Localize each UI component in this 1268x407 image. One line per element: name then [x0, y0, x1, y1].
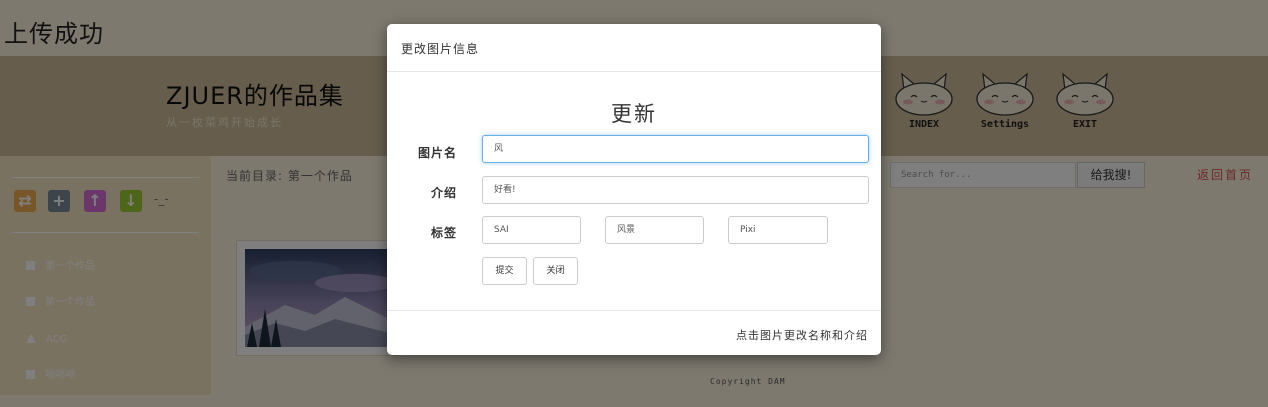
tag-input-1[interactable]: SAI: [482, 216, 581, 244]
tags-label: 标签: [430, 226, 457, 240]
tag-input-2[interactable]: 风景: [605, 216, 704, 244]
modal-header: 更改图片信息: [387, 24, 881, 72]
footer-hint: 点击图片更改名称和介绍: [736, 329, 868, 342]
page: 上传成功 ZJUER的作品集 从一枚菜鸡开始成长 INDEX: [0, 0, 1268, 407]
form-heading: 更新: [611, 102, 657, 126]
modal-footer: 点击图片更改名称和介绍: [387, 310, 881, 356]
submit-button[interactable]: 提交: [482, 257, 527, 285]
edit-image-dialog: 更改图片信息 更新 图片名 风 介绍 好看! 标签 SAI 风景 Pixi 提交…: [387, 24, 881, 355]
modal-title: 更改图片信息: [401, 42, 480, 56]
image-name-input[interactable]: 风: [482, 135, 869, 163]
image-name-label: 图片名: [417, 146, 457, 160]
tag-input-3[interactable]: Pixi: [728, 216, 828, 244]
description-input[interactable]: 好看!: [482, 176, 869, 204]
description-label: 介绍: [430, 186, 457, 200]
close-button[interactable]: 关闭: [533, 257, 578, 285]
